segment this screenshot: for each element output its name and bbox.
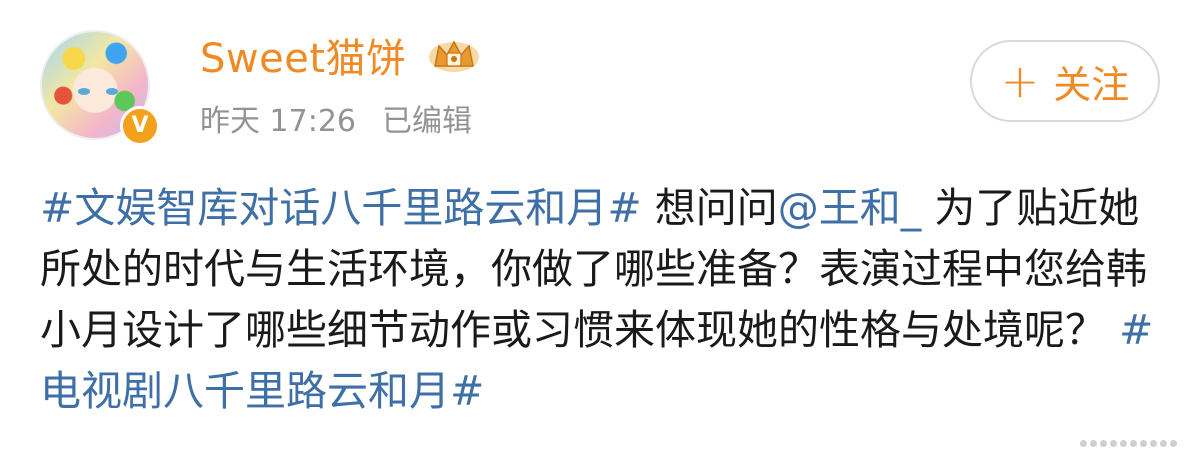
verified-v-icon: V <box>120 106 160 146</box>
topic-link[interactable]: #文娱智库对话八千里路云和月# <box>40 184 642 232</box>
mention-link[interactable]: @王和_ <box>778 184 922 232</box>
avatar-eye <box>106 88 118 95</box>
edited-label: 已编辑 <box>382 104 472 139</box>
follow-label: 关注 <box>1053 62 1130 107</box>
more-dots-icon <box>1080 440 1177 447</box>
follow-button[interactable]: + 关注 <box>970 40 1160 122</box>
plus-icon: + <box>1000 54 1040 108</box>
avatar-eye <box>78 88 90 95</box>
post-time: 昨天 17:26 <box>200 104 356 139</box>
author-avatar-container[interactable]: V <box>40 30 160 148</box>
post-meta: 昨天 17:26 已编辑 <box>200 96 472 140</box>
post-text: 想问问 <box>641 184 778 232</box>
crown-icon[interactable] <box>427 36 481 74</box>
author-name[interactable]: Sweet猫饼 <box>200 26 407 84</box>
post-body: #文娱智库对话八千里路云和月# 想问问@王和_ 为了贴近她所处的时代与生活环境，… <box>40 178 1160 422</box>
